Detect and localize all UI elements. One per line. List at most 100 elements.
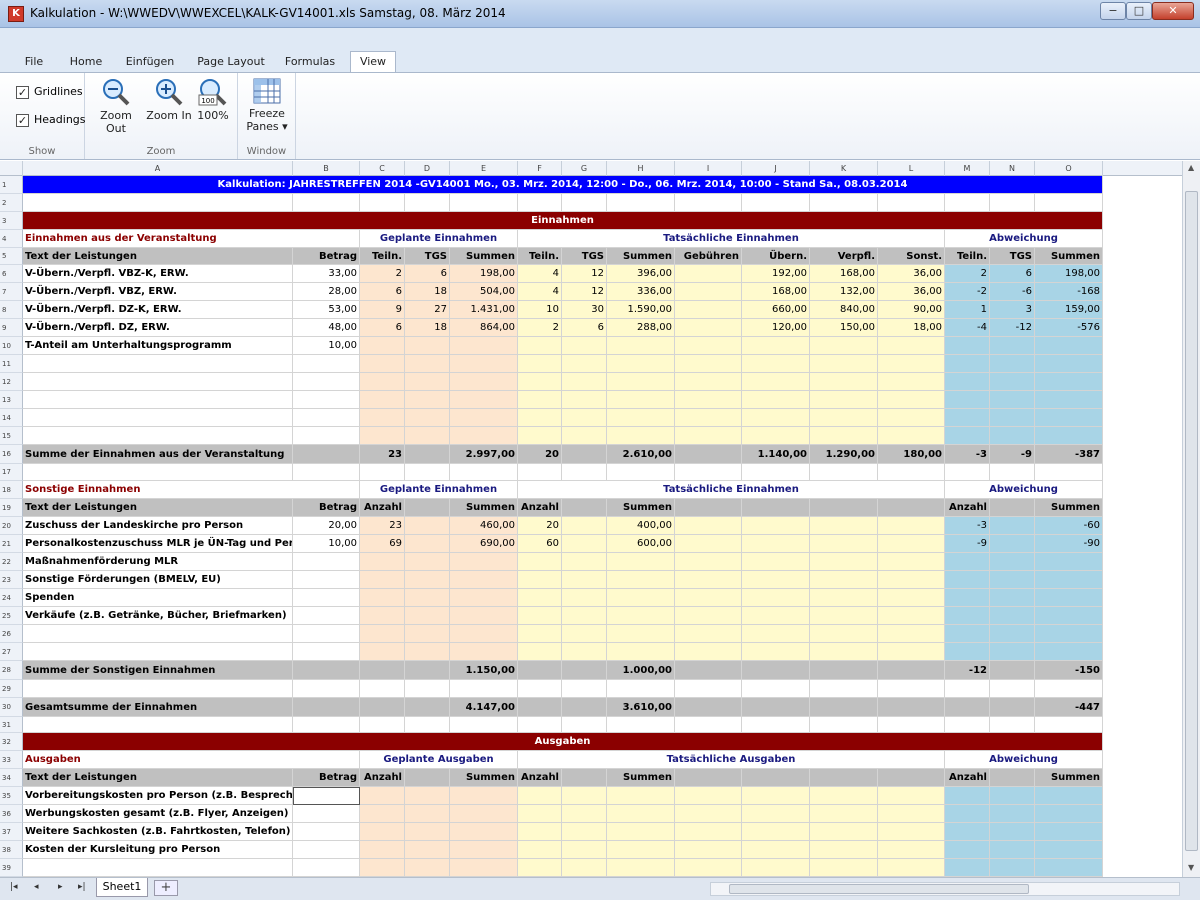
- cell-b25[interactable]: [293, 607, 360, 625]
- cell-c34[interactable]: Anzahl: [360, 769, 405, 787]
- cell-k30[interactable]: [810, 698, 878, 717]
- cell-j17[interactable]: [742, 464, 810, 481]
- cell-i2[interactable]: [675, 194, 742, 212]
- cell-m34[interactable]: Anzahl: [945, 769, 990, 787]
- cell-o6[interactable]: 198,00: [1035, 265, 1103, 283]
- cell-m16[interactable]: -3: [945, 445, 990, 464]
- cell-m26[interactable]: [945, 625, 990, 643]
- cell-h17[interactable]: [607, 464, 675, 481]
- cell-m9[interactable]: -4: [945, 319, 990, 337]
- cell-j24[interactable]: [742, 589, 810, 607]
- actual-income-header[interactable]: Tatsächliche Einnahmen: [518, 481, 945, 499]
- cell-a28[interactable]: Summe der Sonstigen Einnahmen: [23, 661, 293, 680]
- cell-k31[interactable]: [810, 717, 878, 733]
- cell-g15[interactable]: [562, 427, 607, 445]
- cell-g23[interactable]: [562, 571, 607, 589]
- cell-o21[interactable]: -90: [1035, 535, 1103, 553]
- cell-i8[interactable]: [675, 301, 742, 319]
- cell-k24[interactable]: [810, 589, 878, 607]
- cell-j30[interactable]: [742, 698, 810, 717]
- cell-n14[interactable]: [990, 409, 1035, 427]
- prev-sheet-icon[interactable]: ◂: [34, 882, 39, 892]
- row-header[interactable]: 30: [0, 698, 23, 717]
- cell-n35[interactable]: [990, 787, 1035, 805]
- cell-c29[interactable]: [360, 680, 405, 698]
- cell-i11[interactable]: [675, 355, 742, 373]
- tab-formulas[interactable]: Formulas: [280, 52, 340, 72]
- column-header-l[interactable]: L: [878, 161, 945, 176]
- cell-g30[interactable]: [562, 698, 607, 717]
- row-header[interactable]: 24: [0, 589, 23, 607]
- planned-income-header[interactable]: Geplante Einnahmen: [360, 481, 518, 499]
- cell-k29[interactable]: [810, 680, 878, 698]
- cell-i9[interactable]: [675, 319, 742, 337]
- cell-d19[interactable]: [405, 499, 450, 517]
- cell-c5[interactable]: Teiln.: [360, 248, 405, 265]
- cell-g19[interactable]: [562, 499, 607, 517]
- row-header[interactable]: 7: [0, 283, 23, 301]
- cell-l31[interactable]: [878, 717, 945, 733]
- cell-j34[interactable]: [742, 769, 810, 787]
- cell-a26[interactable]: [23, 625, 293, 643]
- close-button[interactable]: ✕: [1152, 2, 1194, 20]
- cell-o24[interactable]: [1035, 589, 1103, 607]
- cell-b38[interactable]: [293, 841, 360, 859]
- cell-f10[interactable]: [518, 337, 562, 355]
- cell-g6[interactable]: 12: [562, 265, 607, 283]
- column-header-d[interactable]: D: [405, 161, 450, 176]
- cell-m19[interactable]: Anzahl: [945, 499, 990, 517]
- cell-e8[interactable]: 1.431,00: [450, 301, 518, 319]
- deviation-header[interactable]: Abweichung: [945, 751, 1103, 769]
- row-header[interactable]: 36: [0, 805, 23, 823]
- cell-j35[interactable]: [742, 787, 810, 805]
- cell-d29[interactable]: [405, 680, 450, 698]
- last-sheet-icon[interactable]: ▸|: [78, 882, 86, 892]
- row-header[interactable]: 37: [0, 823, 23, 841]
- cell-e6[interactable]: 198,00: [450, 265, 518, 283]
- cell-l14[interactable]: [878, 409, 945, 427]
- cell-k11[interactable]: [810, 355, 878, 373]
- cell-k19[interactable]: [810, 499, 878, 517]
- cell-m27[interactable]: [945, 643, 990, 661]
- cell-a24[interactable]: Spenden: [23, 589, 293, 607]
- cell-l10[interactable]: [878, 337, 945, 355]
- cell-a10[interactable]: T-Anteil am Unterhaltungsprogramm: [23, 337, 293, 355]
- cell-b21[interactable]: 10,00: [293, 535, 360, 553]
- cell-e7[interactable]: 504,00: [450, 283, 518, 301]
- cell-h10[interactable]: [607, 337, 675, 355]
- cell-e14[interactable]: [450, 409, 518, 427]
- cell-b5[interactable]: Betrag: [293, 248, 360, 265]
- row-header[interactable]: 11: [0, 355, 23, 373]
- cell-d28[interactable]: [405, 661, 450, 680]
- cell-i22[interactable]: [675, 553, 742, 571]
- cell-c30[interactable]: [360, 698, 405, 717]
- cell-m28[interactable]: -12: [945, 661, 990, 680]
- cell-l2[interactable]: [878, 194, 945, 212]
- cell-o30[interactable]: -447: [1035, 698, 1103, 717]
- cell-j20[interactable]: [742, 517, 810, 535]
- section-title[interactable]: Sonstige Einnahmen: [23, 481, 360, 499]
- tab-home[interactable]: Home: [62, 52, 110, 72]
- cell-e2[interactable]: [450, 194, 518, 212]
- cell-d39[interactable]: [405, 859, 450, 877]
- cell-a2[interactable]: [23, 194, 293, 212]
- row-header[interactable]: 18: [0, 481, 23, 499]
- row-header[interactable]: 17: [0, 464, 23, 481]
- cell-i26[interactable]: [675, 625, 742, 643]
- cell-c15[interactable]: [360, 427, 405, 445]
- cell-b36[interactable]: [293, 805, 360, 823]
- cell-m13[interactable]: [945, 391, 990, 409]
- cell-f8[interactable]: 10: [518, 301, 562, 319]
- cell-d16[interactable]: [405, 445, 450, 464]
- cell-d11[interactable]: [405, 355, 450, 373]
- cell-l9[interactable]: 18,00: [878, 319, 945, 337]
- cell-f20[interactable]: 20: [518, 517, 562, 535]
- cell-h27[interactable]: [607, 643, 675, 661]
- cell-n9[interactable]: -12: [990, 319, 1035, 337]
- cell-d6[interactable]: 6: [405, 265, 450, 283]
- cell-n34[interactable]: [990, 769, 1035, 787]
- cell-j22[interactable]: [742, 553, 810, 571]
- cell-d5[interactable]: TGS: [405, 248, 450, 265]
- cell-k34[interactable]: [810, 769, 878, 787]
- section-title[interactable]: Einnahmen aus der Veranstaltung: [23, 230, 360, 248]
